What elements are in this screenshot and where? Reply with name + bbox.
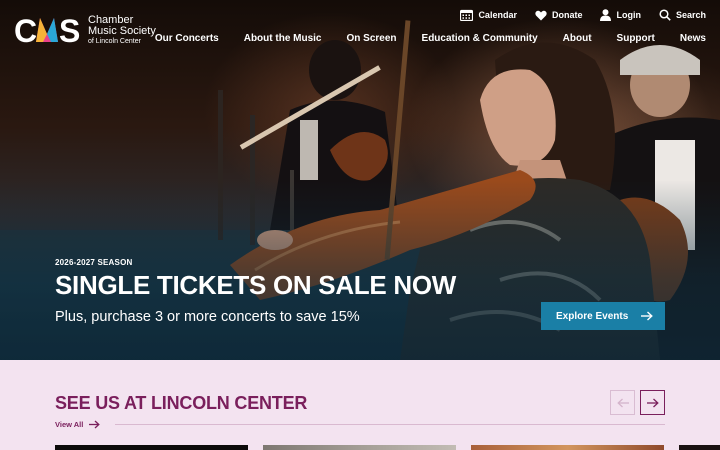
utility-nav: Calendar Donate Login Search <box>460 9 706 21</box>
view-all-link[interactable]: View All <box>55 420 101 429</box>
calendar-link[interactable]: Calendar <box>460 9 517 21</box>
event-card[interactable] <box>679 445 720 450</box>
login-link[interactable]: Login <box>600 9 641 21</box>
arrow-right-icon <box>89 420 101 429</box>
logo-line-2: Music Society <box>88 25 156 37</box>
carousel-prev-button[interactable] <box>610 390 635 415</box>
calendar-icon <box>460 9 474 21</box>
event-card[interactable] <box>55 445 248 450</box>
arrow-left-icon <box>616 398 629 407</box>
nav-news[interactable]: News <box>655 33 706 44</box>
calendar-label: Calendar <box>478 10 517 20</box>
logo-wordmark: Chamber Music Society of Lincoln Center <box>88 15 156 46</box>
arrow-right-icon <box>646 398 659 407</box>
section-title: SEE US AT LINCOLN CENTER <box>55 393 308 413</box>
carousel-next-button[interactable] <box>640 390 665 415</box>
nav-our-concerts[interactable]: Our Concerts <box>155 33 219 44</box>
user-icon <box>600 9 612 21</box>
arrow-right-icon <box>641 311 653 321</box>
nav-support[interactable]: Support <box>592 33 655 44</box>
cms-logo-mark: C S <box>14 14 80 46</box>
cmslc-logo[interactable]: C S Chamber Music Society of Lincoln Cen… <box>14 14 156 46</box>
explore-events-button[interactable]: Explore Events <box>541 302 665 330</box>
view-all-label: View All <box>55 420 84 429</box>
explore-events-label: Explore Events <box>556 310 629 322</box>
donate-link[interactable]: Donate <box>535 9 583 21</box>
event-card[interactable] <box>263 445 456 450</box>
nav-about-the-music[interactable]: About the Music <box>219 33 322 44</box>
search-label: Search <box>675 10 706 20</box>
nav-about[interactable]: About <box>538 33 592 44</box>
donate-label: Donate <box>551 10 583 20</box>
svg-text:S: S <box>59 14 80 46</box>
logo-line-3: of Lincoln Center <box>88 38 141 45</box>
search-icon <box>659 9 671 21</box>
event-card[interactable] <box>471 445 664 450</box>
login-label: Login <box>616 10 641 20</box>
section-divider <box>115 424 665 425</box>
search-link[interactable]: Search <box>659 9 706 21</box>
hero-subline: Plus, purchase 3 or more concerts to sav… <box>55 309 360 325</box>
heart-icon <box>535 10 547 20</box>
svg-text:C: C <box>14 14 37 46</box>
nav-on-screen[interactable]: On Screen <box>322 33 397 44</box>
hero-headline: SINGLE TICKETS ON SALE NOW <box>55 270 456 300</box>
hero-season-label: 2026-2027 SEASON <box>55 258 133 267</box>
lincoln-center-section: SEE US AT LINCOLN CENTER View All <box>0 360 720 450</box>
nav-education-community[interactable]: Education & Community <box>397 33 538 44</box>
main-nav: Our Concerts About the Music On Screen E… <box>155 33 706 44</box>
